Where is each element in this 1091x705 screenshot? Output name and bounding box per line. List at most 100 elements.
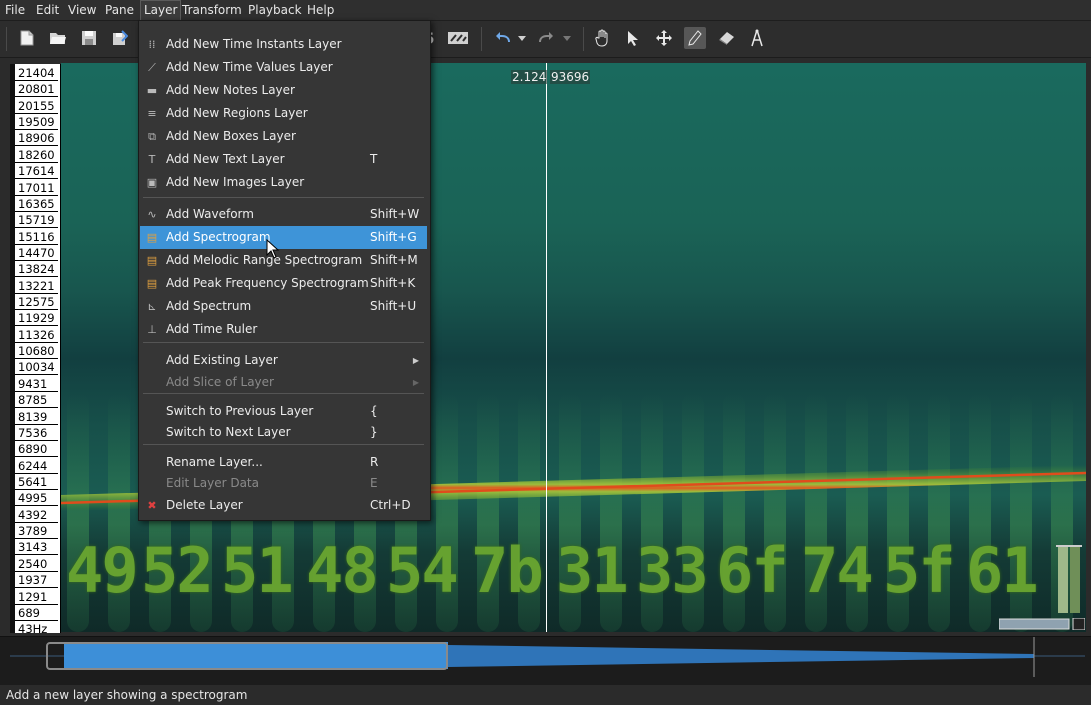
- boxes-icon: ⧉: [148, 130, 156, 143]
- menu-item-shortcut: Shift+K: [370, 276, 416, 290]
- save-as-icon[interactable]: [109, 27, 131, 49]
- menu-item-label: Add New Text Layer: [166, 152, 285, 166]
- menu-item-delete-layer[interactable]: ✖ Delete Layer Ctrl+D: [140, 494, 427, 517]
- menu-separator: [143, 444, 424, 445]
- erase-icon[interactable]: [716, 27, 738, 49]
- playback-cursor[interactable]: [546, 63, 547, 632]
- menu-item-label: Add New Regions Layer: [166, 106, 308, 120]
- hex-glyph: 52: [141, 534, 214, 607]
- undo-menu-chevron-down-icon[interactable]: [515, 27, 529, 49]
- spectrogram-icon: ▤: [146, 231, 158, 244]
- menu-item-shortcut: {: [370, 404, 378, 418]
- menu-item-shortcut: Ctrl+D: [370, 498, 411, 512]
- menu-help[interactable]: Help: [307, 0, 334, 20]
- menu-item-shortcut: Shift+W: [370, 207, 420, 221]
- draw-pencil-icon[interactable]: [684, 27, 706, 49]
- menu-transform[interactable]: Transform: [182, 0, 242, 20]
- menu-item-add-existing-layer[interactable]: Add Existing Layer ▶: [140, 349, 427, 372]
- select-arrow-icon[interactable]: [622, 27, 644, 49]
- frequency-tick-label: 10034: [15, 359, 58, 376]
- move-icon[interactable]: [653, 27, 675, 49]
- menu-item-label: Edit Layer Data: [166, 476, 259, 490]
- frequency-tick-label: 2540: [15, 556, 58, 572]
- menu-item-add-new-time-instants-layer[interactable]: ⁞⁞ Add New Time Instants Layer: [140, 33, 427, 56]
- menu-item-switch-to-next-layer[interactable]: Switch to Next Layer}: [140, 421, 427, 444]
- frequency-tick-label: 17011: [15, 180, 58, 196]
- time-ruler-icon: ⊥: [147, 323, 157, 336]
- time-instants-icon: ⁞⁞: [148, 38, 156, 51]
- submenu-chevron-right-icon: ▶: [412, 378, 419, 387]
- menu-item-add-new-notes-layer[interactable]: ▬ Add New Notes Layer: [140, 79, 427, 102]
- regions-icon: ≡: [147, 107, 157, 120]
- navigate-hand-icon[interactable]: [592, 27, 614, 49]
- menu-item-edit-layer-data[interactable]: Edit Layer Data E: [140, 472, 427, 495]
- redo-icon[interactable]: [535, 27, 557, 49]
- frequency-tick-label: 6890: [15, 441, 58, 458]
- new-file-icon[interactable]: [16, 27, 38, 49]
- hex-glyph: 61: [966, 534, 1039, 607]
- menu-item-label: Add Peak Frequency Spectrogram: [166, 276, 369, 290]
- menu-item-rename-layer[interactable]: Rename Layer... R: [140, 451, 427, 474]
- melodic-spectrogram-icon: ▤: [146, 254, 158, 267]
- menu-view[interactable]: View: [68, 0, 96, 20]
- menu-item-label: Add Time Ruler: [166, 322, 258, 336]
- view-scroll-handle[interactable]: [999, 618, 1085, 630]
- menu-item-add-new-regions-layer[interactable]: ≡ Add New Regions Layer: [140, 102, 427, 125]
- menu-item-add-melodic-range-spectrogram[interactable]: ▤ Add Melodic Range Spectrogram Shift+M: [140, 249, 427, 272]
- hex-glyph: 5f: [883, 534, 956, 607]
- hex-glyph: 33: [636, 534, 709, 607]
- menu-item-label: Add Melodic Range Spectrogram: [166, 253, 363, 267]
- menu-item-shortcut: E: [370, 476, 378, 490]
- frequency-tick-label: 19509: [15, 114, 58, 131]
- frequency-tick-label: 15719: [15, 212, 58, 229]
- menu-item-add-waveform[interactable]: ∿ Add Waveform Shift+W: [140, 203, 427, 226]
- menu-edit[interactable]: Edit: [36, 0, 59, 20]
- menu-item-switch-to-previous-layer[interactable]: Switch to Previous Layer {: [140, 400, 427, 423]
- mouse-pointer-icon: [266, 239, 280, 259]
- hex-glyph: 49: [66, 534, 139, 607]
- save-icon[interactable]: [78, 27, 100, 49]
- layer-menu: ⁞⁞ Add New Time Instants Layer ⟋ Add New Ti…: [138, 20, 431, 521]
- overview-panel[interactable]: [0, 636, 1091, 685]
- menu-item-add-spectrum[interactable]: ⊾ Add Spectrum Shift+U: [140, 295, 427, 318]
- submenu-chevron-right-icon: ▶: [412, 356, 419, 365]
- frequency-tick-label: 6244: [15, 458, 58, 474]
- menu-item-label: Add New Boxes Layer: [166, 129, 296, 143]
- frequency-tick-label: 12575: [15, 294, 58, 311]
- menu-item-add-new-time-values-layer[interactable]: ⟋ Add New Time Values Layer: [140, 56, 427, 79]
- redo-menu-chevron-down-icon[interactable]: [560, 27, 574, 49]
- frequency-tick-label: 7536: [15, 425, 58, 441]
- menu-file[interactable]: File: [5, 0, 25, 20]
- frequency-tick-label: 11326: [15, 327, 58, 343]
- menu-item-add-spectrogram[interactable]: ▤ Add Spectrogram Shift+G: [140, 226, 427, 249]
- measure-compass-icon[interactable]: [746, 27, 768, 49]
- menu-item-add-new-text-layer[interactable]: T Add New Text Layer T: [140, 148, 427, 171]
- menu-item-add-time-ruler[interactable]: ⊥ Add Time Ruler: [140, 318, 427, 341]
- text-icon: T: [148, 153, 156, 166]
- menu-pane[interactable]: Pane: [105, 0, 134, 20]
- hex-glyph: 7b: [471, 534, 544, 607]
- menu-item-add-slice-of-layer[interactable]: Add Slice of Layer ▶: [140, 371, 427, 394]
- menu-item-shortcut: }: [370, 425, 378, 439]
- frequency-tick-label: 13824: [15, 261, 58, 278]
- menu-layer[interactable]: Layer: [140, 0, 182, 21]
- menu-item-label: Add New Time Instants Layer: [166, 37, 342, 51]
- menu-item-add-new-images-layer[interactable]: ▣ Add New Images Layer: [140, 171, 427, 194]
- hex-glyph: 6f: [716, 534, 789, 607]
- menu-item-add-peak-frequency-spectrogram[interactable]: ▤ Add Peak Frequency Spectrogram Shift+K: [140, 272, 427, 295]
- frequency-tick-label: 689: [15, 605, 58, 621]
- zoom-fit-icon[interactable]: [447, 27, 469, 49]
- hex-glyph: 51: [221, 534, 294, 607]
- frequency-tick-label: 11929: [15, 310, 58, 327]
- undo-icon[interactable]: [492, 27, 514, 49]
- open-file-icon[interactable]: [47, 27, 69, 49]
- menu-item-label: Add New Notes Layer: [166, 83, 295, 97]
- menu-item-label: Add New Time Values Layer: [166, 60, 333, 74]
- menu-item-add-new-boxes-layer[interactable]: ⧉ Add New Boxes Layer: [140, 125, 427, 148]
- frequency-tick-label: 3789: [15, 523, 58, 540]
- frequency-tick-label: 20801: [15, 81, 58, 98]
- delete-icon: ✖: [147, 499, 157, 512]
- overview-viewport-frame[interactable]: [46, 642, 448, 670]
- waveform-icon: ∿: [147, 208, 157, 221]
- menu-playback[interactable]: Playback: [248, 0, 302, 20]
